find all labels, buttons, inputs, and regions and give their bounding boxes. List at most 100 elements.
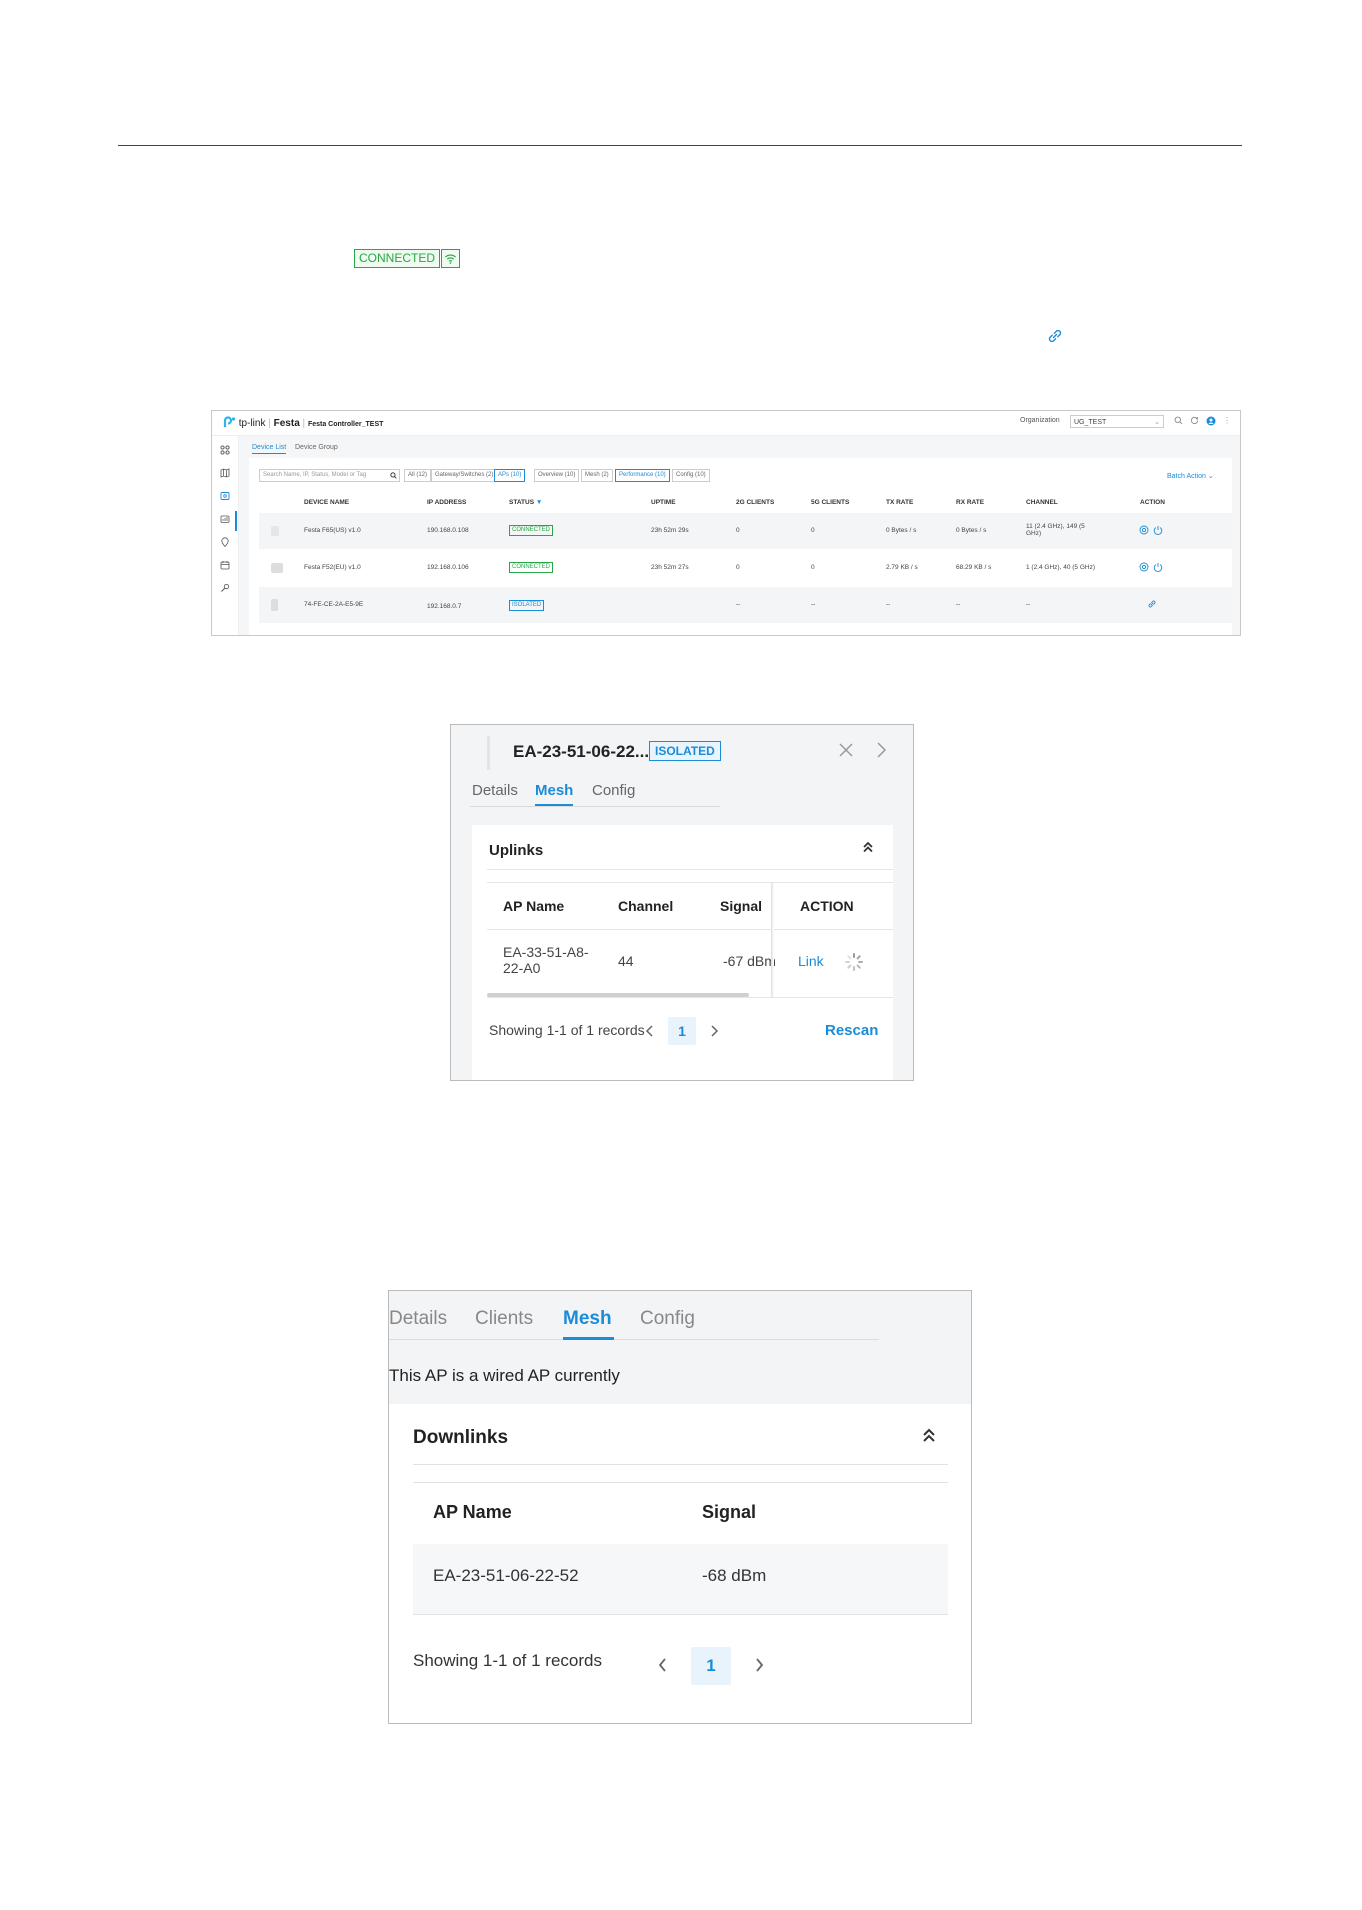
connected-status-badge: CONNECTED [354,249,441,268]
search-input[interactable]: Search Name, IP, Status, Model or Tag [259,469,400,482]
tab-device-list[interactable]: Device List [252,444,287,454]
filter-gateway-switches[interactable]: Gateway/Switches (2) [431,469,498,482]
wired-ap-message: This AP is a wired AP currently [389,1366,620,1385]
col-2g-clients[interactable]: 2G CLIENTS [736,499,774,506]
rx-rate: 0 Bytes / s [956,527,987,534]
records-summary: Showing 1-1 of 1 records [413,1651,602,1670]
tab-device-group[interactable]: Device Group [295,444,338,451]
col-device-name[interactable]: DEVICE NAME [304,499,349,506]
clients-2g: -- [736,601,741,608]
search-placeholder: Search Name, IP, Status, Model or Tag [263,472,367,478]
tab-config[interactable]: Config [640,1308,695,1330]
ip-address: 192.168.0.7 [427,603,462,610]
locate-icon[interactable] [1139,562,1149,572]
filter-config[interactable]: Config (10) [672,469,710,482]
prev-page-button[interactable] [645,1647,681,1683]
collapse-icon[interactable] [921,1427,937,1445]
divider [413,1482,948,1483]
table-row[interactable]: Festa F65(US) v1.0 190.168.0.108 CONNECT… [259,513,1232,549]
organization-label: Organization [1020,417,1060,424]
header-rule [118,145,1242,146]
table-row[interactable]: Festa F52(EU) v1.0 192.168.0.106 CONNECT… [259,550,1232,586]
collapse-icon[interactable] [861,840,875,854]
refresh-icon[interactable] [1190,416,1199,425]
rx-rate: -- [956,601,961,608]
filter-aps[interactable]: APs (10) [494,469,526,482]
reboot-icon[interactable] [1153,562,1163,572]
tab-clients[interactable]: Clients [475,1308,533,1330]
col-signal: Signal [702,1502,757,1522]
prev-page-button[interactable] [636,1017,664,1045]
col-status-label: STATUS [509,499,535,506]
reboot-icon[interactable] [1153,525,1163,535]
chevron-left-icon [645,1025,653,1037]
batch-action-button[interactable]: Batch Action ⌄ [1167,472,1214,480]
link-icon[interactable] [1147,599,1157,609]
more-icon[interactable]: ⋮ [1223,416,1231,426]
device-name[interactable]: 74-FE-CE-2A-E5-9E [304,601,363,608]
filter-icon[interactable]: ▼ [536,499,542,506]
rescan-button[interactable]: Rescan [825,1022,878,1039]
device-name[interactable]: Festa F52(EU) v1.0 [304,564,361,571]
ap-name-cell: EA-33-51-A8- 22-A0 [503,944,589,976]
tab-details[interactable]: Details [389,1308,447,1330]
next-page-button[interactable] [741,1647,777,1683]
account-icon[interactable] [1206,416,1216,426]
tp-link-logo-icon [223,416,236,427]
section-title: Downlinks [413,1427,509,1448]
isolated-ap-panel: EA-23-51-06-22... ISOLATED Details Mesh … [450,724,914,1081]
chevron-right-icon[interactable] [874,741,888,759]
horizontal-scrollbar[interactable] [487,993,749,997]
col-channel[interactable]: CHANNEL [1026,499,1058,506]
map-icon[interactable] [218,466,232,480]
close-icon[interactable] [837,741,855,759]
calendar-icon[interactable] [218,558,232,572]
tab-config[interactable]: Config [592,782,635,799]
filter-overview[interactable]: Overview (10) [534,469,580,482]
device-title: EA-23-51-06-22... [513,742,650,761]
filter-all[interactable]: All (12) [404,469,432,482]
statistics-icon[interactable] [218,512,232,526]
device-name[interactable]: Festa F65(US) v1.0 [304,527,361,534]
col-ip-address[interactable]: IP ADDRESS [427,499,466,506]
clients-5g: 0 [811,564,815,571]
devices-icon[interactable] [218,489,232,503]
brand-name: tp-link [238,418,266,429]
filter-mesh[interactable]: Mesh (2) [581,469,613,482]
tab-details[interactable]: Details [472,782,518,799]
divider [487,997,893,998]
next-page-button[interactable] [700,1017,728,1045]
table-row[interactable]: 74-FE-CE-2A-E5-9E 192.168.0.7 ISOLATED -… [259,587,1232,623]
organization-select[interactable]: UG_TEST ⌄ [1070,415,1164,428]
col-uptime[interactable]: UPTIME [651,499,676,506]
locate-icon[interactable] [1139,525,1149,535]
col-rx-rate[interactable]: RX RATE [956,499,984,506]
search-icon[interactable] [1174,416,1183,425]
channel-cell: 44 [618,953,634,969]
channel: 11 (2.4 GHz), 149 (5 GHz) [1026,523,1085,537]
ap-device-icon [271,526,279,536]
page-1-button[interactable]: 1 [691,1647,731,1685]
col-tx-rate[interactable]: TX RATE [886,499,913,506]
tools-icon[interactable] [218,581,232,595]
col-status[interactable]: STATUS ▼ [509,499,542,506]
uplinks-card: Uplinks AP Name Channel Signal ACTION EA… [472,825,893,1080]
dashboard-icon[interactable] [218,443,232,457]
tab-mesh[interactable]: Mesh [535,782,573,799]
brand-logo: tp-link | Festa | Festa Controller_TEST [222,416,383,429]
link-button[interactable]: Link [798,953,824,969]
clients-2g: 0 [736,564,740,571]
ip-address: 190.168.0.108 [427,527,469,534]
col-5g-clients[interactable]: 5G CLIENTS [811,499,849,506]
search-icon [390,472,397,479]
ap-device-icon [271,563,283,573]
page-1-button[interactable]: 1 [668,1017,696,1045]
uptime: 23h 52m 29s [651,527,689,534]
chevron-down-icon: ⌄ [1154,419,1160,426]
tab-mesh[interactable]: Mesh [563,1308,612,1330]
col-channel: Channel [618,898,674,914]
clients-5g: -- [811,601,816,608]
filter-performance[interactable]: Performance (10) [615,469,670,482]
sidebar-active-indicator [235,511,237,531]
location-icon[interactable] [218,535,232,549]
